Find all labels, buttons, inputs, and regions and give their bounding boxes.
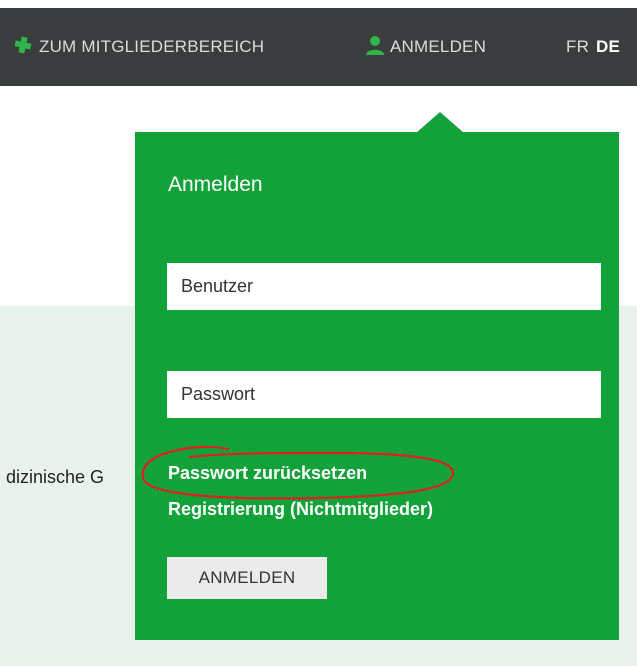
login-dropdown: Anmelden Passwort zurücksetzen Registrie… — [135, 132, 619, 640]
login-nav-label: ANMELDEN — [390, 37, 487, 56]
reset-password-link[interactable]: Passwort zurücksetzen — [168, 463, 367, 484]
password-input[interactable] — [167, 371, 601, 418]
puzzle-cross-icon — [13, 35, 33, 60]
user-icon — [366, 35, 384, 60]
dropdown-pointer-arrow — [416, 112, 464, 133]
page: ZUM MITGLIEDERBEREICH ANMELDEN FR DE diz… — [0, 0, 637, 666]
login-submit-button[interactable]: ANMELDEN — [167, 557, 327, 599]
language-de-link[interactable]: DE — [596, 8, 620, 86]
username-input[interactable] — [167, 263, 601, 310]
members-area-link[interactable]: ZUM MITGLIEDERBEREICH — [13, 8, 264, 86]
members-area-label: ZUM MITGLIEDERBEREICH — [39, 37, 265, 56]
login-title: Anmelden — [168, 173, 263, 196]
top-navigation-bar: ZUM MITGLIEDERBEREICH ANMELDEN FR DE — [0, 8, 637, 86]
partial-body-text: dizinische G — [6, 467, 105, 487]
login-nav-link[interactable]: ANMELDEN — [366, 8, 486, 86]
language-fr-link[interactable]: FR — [566, 8, 589, 86]
register-link[interactable]: Registrierung (Nichtmitglieder) — [168, 499, 433, 520]
